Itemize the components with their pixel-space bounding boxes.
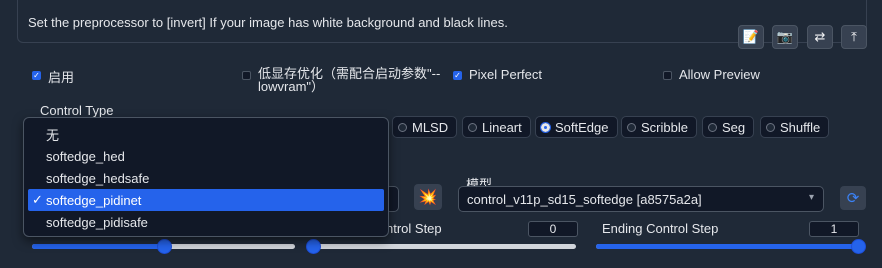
checkmark-icon: ✓ [32,192,43,207]
allow-preview-label: Allow Preview [679,67,760,82]
radio-label: Scribble [641,119,688,135]
dropdown-option[interactable]: softedge_hed [28,145,384,167]
weight-slider-thumb[interactable] [157,239,172,254]
enable-label: 启用 [48,70,75,85]
dropdown-option-selected[interactable]: ✓ softedge_pidinet [28,189,384,211]
radio-icon [468,122,477,132]
radio-label: Seg [722,119,746,135]
run-preprocessor-icon[interactable]: 💥 [414,184,442,210]
lowvram-checkbox[interactable]: 低显存优化（需配合启动参数"--lowvram"） [242,67,452,93]
starting-step-slider-track[interactable] [313,244,576,249]
control-type-lineart[interactable]: Lineart [462,116,531,138]
allow-preview-checkbox[interactable]: Allow Preview [663,67,760,82]
checkbox-checked-icon[interactable]: ✓ [453,71,462,80]
chevron-down-icon: ▾ [808,192,814,203]
camera-icon[interactable]: 📷 [772,25,798,49]
model-select[interactable]: control_v11p_sd15_softedge [a8575a2a] ▾ [458,186,824,212]
control-type-seg[interactable]: Seg [702,116,755,138]
upload-icon[interactable]: ⤒ [841,25,867,49]
control-type-scribble[interactable]: Scribble [621,116,697,138]
starting-step-slider-thumb[interactable] [306,239,321,254]
refresh-icon[interactable]: ⟳ [840,186,866,210]
preprocessor-dropdown-menu: 无 softedge_hed softedge_hedsafe ✓ softed… [23,117,389,237]
starting-step-label: ntrol Step [386,221,442,236]
radio-label: SoftEdge [555,119,609,135]
ending-step-label: Ending Control Step [602,221,719,236]
model-value: control_v11p_sd15_softedge [a8575a2a] [467,191,702,207]
control-type-shuffle[interactable]: Shuffle [760,116,830,138]
radio-label: Shuffle [780,119,821,135]
radio-label: MLSD [412,119,449,135]
dropdown-option[interactable]: softedge_pidisafe [28,211,384,233]
control-type-label: Control Type [40,103,114,118]
checkbox-unchecked-icon[interactable] [242,71,251,80]
control-type-softedge[interactable]: SoftEdge [535,116,618,138]
enable-checkbox[interactable]: ✓ 启用 [32,67,74,86]
lowvram-label: 低显存优化（需配合启动参数"--lowvram"） [258,66,441,94]
checkbox-checked-icon[interactable]: ✓ [32,71,41,80]
ending-step-slider-thumb[interactable] [851,239,866,254]
starting-step-input[interactable]: 0 [528,221,578,237]
radio-icon [766,122,775,132]
control-type-mlsd[interactable]: MLSD [392,116,458,138]
checkbox-unchecked-icon[interactable] [663,71,672,80]
preprocessor-hint: Set the preprocessor to [invert] If your… [28,15,508,30]
edit-icon[interactable]: 📝 [738,25,764,49]
swap-icon[interactable]: ⇄ [807,25,833,49]
ending-step-input[interactable]: 1 [809,221,859,237]
radio-icon [708,122,717,132]
radio-icon [627,122,636,132]
pixel-perfect-checkbox[interactable]: ✓ Pixel Perfect [453,67,542,82]
dropdown-option-label: softedge_pidinet [46,192,142,208]
weight-slider-fill [32,244,164,249]
dropdown-option[interactable]: 无 [28,123,384,145]
radio-selected-icon [540,121,551,133]
radio-icon [398,122,407,132]
pixel-perfect-label: Pixel Perfect [469,67,542,82]
ending-step-slider-fill [596,244,858,249]
dropdown-option[interactable]: softedge_hedsafe [28,167,384,189]
radio-label: Lineart [482,119,522,135]
